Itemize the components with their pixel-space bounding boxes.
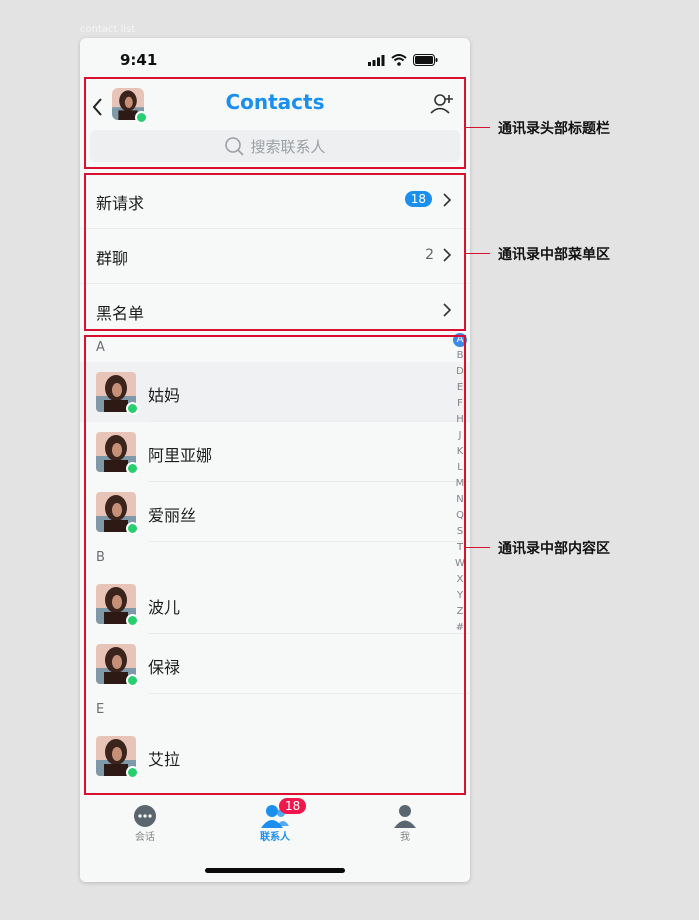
status-icons [368, 54, 438, 66]
tab-label: 我 [400, 832, 410, 843]
document-label: contact list [80, 24, 136, 35]
tab-me[interactable]: 我 [365, 802, 445, 843]
profile-icon [394, 805, 416, 828]
tab-contacts[interactable]: 联系人 18 [235, 798, 315, 843]
status-bar: 9:41 [80, 38, 470, 82]
tab-bar: 会话 联系人 18 我 [80, 796, 470, 882]
signal-icon [368, 54, 385, 66]
chat-icon [134, 805, 156, 827]
tab-chats[interactable]: 会话 [105, 802, 185, 843]
content-annotation-line [466, 547, 490, 548]
menu-annotation-box [84, 173, 466, 331]
menu-annotation-line [466, 253, 490, 254]
content-annotation-box [84, 335, 466, 795]
header-annotation-label: 通讯录头部标题栏 [498, 121, 610, 137]
menu-annotation-label: 通讯录中部菜单区 [498, 247, 610, 263]
tab-label: 联系人 [260, 832, 290, 843]
tab-label: 会话 [135, 832, 155, 843]
header-annotation-box [84, 77, 466, 169]
battery-icon [413, 54, 438, 66]
header-annotation-line [466, 127, 490, 128]
contacts-tab-badge: 18 [279, 798, 307, 814]
wifi-icon [391, 54, 407, 66]
home-indicator [205, 868, 345, 873]
content-annotation-label: 通讯录中部内容区 [498, 541, 610, 557]
status-time: 9:41 [120, 51, 158, 69]
